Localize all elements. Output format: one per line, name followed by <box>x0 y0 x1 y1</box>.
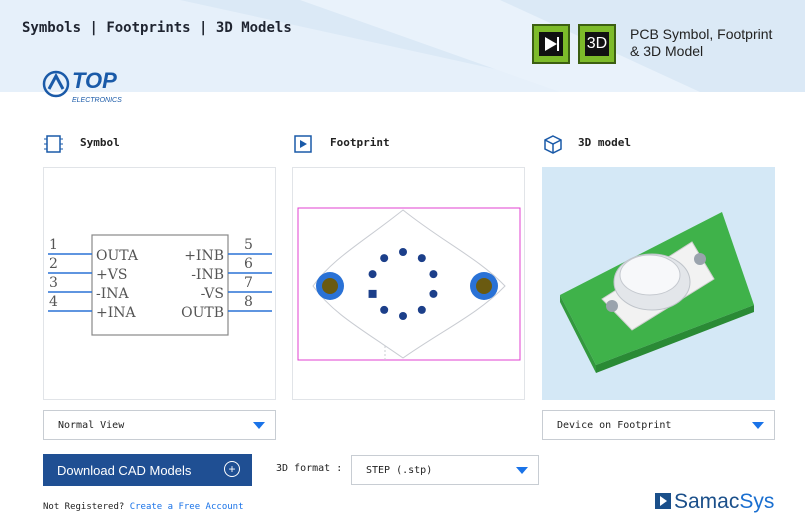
3d-chip-label: 3D <box>585 32 609 56</box>
3d-format-label: 3D format : <box>276 463 343 474</box>
pin-label: -VS <box>201 286 224 302</box>
view-mode-select[interactable]: Normal View <box>43 410 276 440</box>
not-registered-text: Not Registered? <box>43 502 125 512</box>
top-electronics-logo: TOP ELECTRONICS <box>42 58 152 108</box>
samacsys-logo: SamacSys <box>655 490 774 514</box>
pin-number: 1 <box>49 237 58 253</box>
symbol-chip-icon <box>532 24 570 64</box>
model-view-select[interactable]: Device on Footprint <box>542 410 775 440</box>
pin-number: 8 <box>244 294 253 310</box>
pin-label: +INA <box>96 305 137 321</box>
footprint-pad <box>380 254 389 263</box>
chip-outline-icon <box>44 135 63 153</box>
tab-separator: | <box>81 20 107 36</box>
footprint-icon <box>294 135 312 153</box>
pin-number: 3 <box>49 275 58 291</box>
footprint-pad <box>429 270 438 279</box>
create-account-link[interactable]: Create a Free Account <box>130 502 244 512</box>
footprint-pad <box>399 312 407 320</box>
banner-line-2: & 3D Model <box>630 43 704 59</box>
tab-symbols[interactable]: Symbols <box>22 20 81 36</box>
chevron-down-icon <box>752 422 764 429</box>
pcb-footprint <box>297 207 521 361</box>
banner-text: PCB Symbol, Footprint & 3D Model <box>630 26 805 60</box>
pin-number: 5 <box>244 237 253 253</box>
samacsys-icon <box>655 493 671 509</box>
footprint-pad <box>368 270 377 279</box>
3d-model-preview-panel <box>542 167 775 400</box>
plus-circle-icon: + <box>224 461 240 477</box>
tab-separator: | <box>190 20 216 36</box>
footprint-pad <box>417 305 426 314</box>
product-banner: 3D PCB Symbol, Footprint & 3D Model <box>526 20 805 70</box>
pin-label: -INB <box>191 267 224 283</box>
cube-icon <box>544 135 562 154</box>
symbol-section-title: Symbol <box>80 136 120 149</box>
pin-label: +VS <box>96 267 127 283</box>
pin-label: OUTA <box>96 248 139 264</box>
footprint-preview-panel <box>292 167 525 400</box>
pin-number: 2 <box>49 256 58 272</box>
pin-label: -INA <box>96 286 130 302</box>
view-mode-value: Normal View <box>58 420 125 431</box>
footprint-section-title: Footprint <box>330 136 390 149</box>
footprint-pad <box>417 254 426 263</box>
tab-3d-models[interactable]: 3D Models <box>216 20 292 36</box>
model-section-title: 3D model <box>578 136 631 149</box>
pin-label: +INB <box>184 248 224 264</box>
pin-number: 4 <box>49 294 58 310</box>
header-tabs: Symbols | Footprints | 3D Models <box>22 20 292 36</box>
footprint-pad <box>429 289 438 298</box>
banner-line-1: PCB Symbol, Footprint <box>630 26 773 42</box>
pin-label: OUTB <box>181 305 224 321</box>
model-view-value: Device on Footprint <box>557 420 672 431</box>
schematic-symbol: 1 2 3 4 OUTA +VS -INA +INA +INB -INB -VS… <box>48 234 272 336</box>
3d-format-value: STEP (.stp) <box>366 465 433 476</box>
footprint-pad <box>368 289 377 298</box>
3d-chip-icon: 3D <box>578 24 616 64</box>
samacsys-name-suffix: Sys <box>739 490 775 513</box>
download-cad-models-button[interactable]: Download CAD Models + <box>43 454 252 486</box>
tab-footprints[interactable]: Footprints <box>106 20 190 36</box>
download-button-label: Download CAD Models <box>57 463 192 478</box>
play-icon <box>539 32 563 56</box>
pin-number: 7 <box>244 275 253 291</box>
logo-brand: TOP <box>72 68 117 93</box>
3d-format-select[interactable]: STEP (.stp) <box>351 455 539 485</box>
samacsys-name: Samac <box>674 490 740 513</box>
3d-model-render <box>560 212 754 373</box>
chevron-down-icon <box>516 467 528 474</box>
chevron-down-icon <box>253 422 265 429</box>
footprint-pad <box>380 305 389 314</box>
footprint-pad <box>399 248 407 256</box>
pin-number: 6 <box>244 256 253 272</box>
logo-sub: ELECTRONICS <box>72 97 122 104</box>
symbol-preview-panel: 1 2 3 4 OUTA +VS -INA +INA +INB -INB -VS… <box>43 167 276 400</box>
registration-note: Not Registered? Create a Free Account <box>43 502 244 512</box>
